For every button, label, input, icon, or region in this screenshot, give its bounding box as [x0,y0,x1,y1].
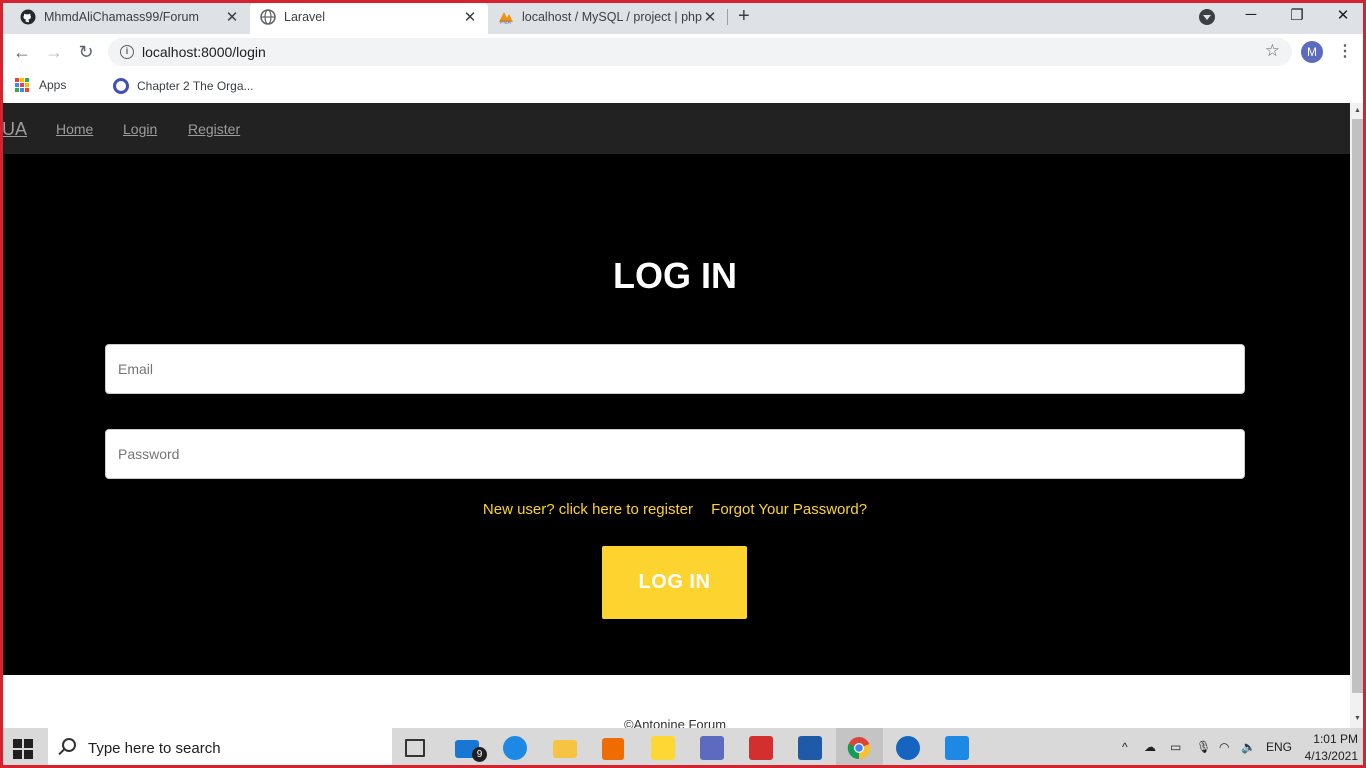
chrome-taskbar-slot[interactable] [836,728,883,768]
register-link[interactable]: New user? click here to register [483,501,693,518]
back-icon[interactable]: ← [11,41,33,63]
page-title: LOG IN [613,255,737,296]
tab-separator [727,9,728,25]
tab-search-icon[interactable] [1199,9,1215,25]
phpmyadmin-icon: PMA [499,12,513,25]
url-text[interactable]: localhost:8000/login [142,44,266,60]
battery-icon[interactable]: ▭ [1170,740,1181,754]
language-indicator[interactable]: ENG [1266,740,1292,754]
bookmark-chapter2[interactable]: Chapter 2 The Orga... [113,78,254,94]
forgot-password-link[interactable]: Forgot Your Password? [711,501,867,518]
close-window-icon[interactable]: ✕ [1333,6,1353,24]
profile-avatar[interactable]: M [1301,41,1323,63]
edge-icon[interactable] [503,736,527,760]
bookmarks-bar: Apps Chapter 2 The Orga... [0,70,1366,103]
globe-icon [260,9,276,25]
sticky-notes-icon[interactable] [651,736,675,760]
onedrive-icon[interactable]: ☁ [1144,740,1156,754]
close-icon[interactable]: ✕ [702,8,718,26]
tab-laravel[interactable]: Laravel ✕ [250,0,488,34]
bookmark-label: Apps [39,78,67,92]
auth-links: New user? click here to register Forgot … [0,501,1350,518]
tab-github[interactable]: MhmdAliChamass99/Forum ✕ [12,0,248,34]
menu-icon[interactable]: ⋮ [1337,41,1353,63]
windows-start-icon[interactable] [13,739,33,759]
tab-title: Laravel [284,10,325,24]
nav-register-link[interactable]: Register [188,121,240,137]
bookmark-label: Chapter 2 The Orga... [137,79,254,93]
login-section: LOG IN New user? click here to register … [0,154,1350,675]
tab-title: localhost / MySQL / project | php [522,10,702,24]
acrobat-icon[interactable] [749,736,773,760]
tray-chevron-icon[interactable]: ^ [1122,740,1128,754]
search-icon [62,738,76,752]
footer-copyright: ©Antonine Forum [623,717,727,728]
mail-badge: 9 [472,747,487,762]
email-field[interactable] [105,344,1245,394]
file-explorer-icon[interactable] [553,740,577,758]
close-icon[interactable]: ✕ [224,8,240,26]
store-icon[interactable] [602,738,624,760]
minimize-icon[interactable]: ─ [1241,6,1261,23]
vscode-icon[interactable] [945,736,969,760]
browser-tab-strip: MhmdAliChamass99/Forum ✕ Laravel ✕ PMA l… [0,0,1366,34]
scroll-thumb[interactable] [1352,119,1363,693]
chrome-icon [847,737,871,760]
site-brand-link[interactable]: UA [2,119,27,140]
taskbar-clock[interactable]: 1:01 PM 4/13/2021 [1300,731,1358,765]
password-field[interactable] [105,429,1245,479]
reload-icon[interactable]: ↻ [75,41,97,63]
clock-date: 4/13/2021 [1304,749,1358,763]
clock-time: 1:01 PM [1313,732,1358,746]
apps-grid-icon [15,78,29,92]
task-view-icon[interactable] [405,739,425,757]
site-info-icon[interactable]: i [120,45,134,59]
nav-home-link[interactable]: Home [56,121,93,137]
taskbar-search[interactable]: Type here to search [48,728,392,768]
page-scrollbar[interactable]: ▲ ▼ [1350,103,1366,728]
login-button[interactable]: LOG IN [602,546,747,619]
bookmark-apps[interactable]: Apps [15,78,66,92]
new-tab-button[interactable]: + [738,6,750,26]
scroll-down-icon[interactable]: ▼ [1354,715,1361,722]
forward-icon[interactable]: → [43,41,65,63]
word-icon[interactable] [798,736,822,760]
maps-icon[interactable] [896,736,920,760]
teams-icon[interactable] [700,736,724,760]
page-viewport: UA Home Login Register LOG IN New user? … [0,103,1350,728]
close-icon[interactable]: ✕ [462,8,478,26]
network-icon[interactable]: ◠ [1219,740,1229,754]
restore-icon[interactable]: ❐ [1287,6,1307,24]
address-bar[interactable]: i localhost:8000/login ☆ [108,38,1292,66]
taskbar-search-placeholder: Type here to search [88,740,221,757]
tab-phpmyadmin[interactable]: PMA localhost / MySQL / project | php ✕ [490,0,726,34]
windows-taskbar: Type here to search 9 ^ ☁ ▭ 🎙 ◠ 🔈 ENG 1:… [0,728,1366,768]
svg-text:PMA: PMA [500,20,512,25]
volume-icon[interactable]: 🔈 [1241,740,1256,754]
site-navbar: UA Home Login Register [0,103,1350,154]
tab-title: MhmdAliChamass99/Forum [44,10,199,24]
github-icon [20,9,36,25]
microphone-icon[interactable]: 🎙 [1196,740,1211,754]
bookmark-star-icon[interactable]: ☆ [1265,41,1280,61]
quizlet-icon [113,78,129,94]
browser-toolbar: ← → ↻ i localhost:8000/login ☆ M ⋮ [0,34,1366,70]
nav-login-link[interactable]: Login [123,121,157,137]
scroll-up-icon[interactable]: ▲ [1354,107,1361,114]
